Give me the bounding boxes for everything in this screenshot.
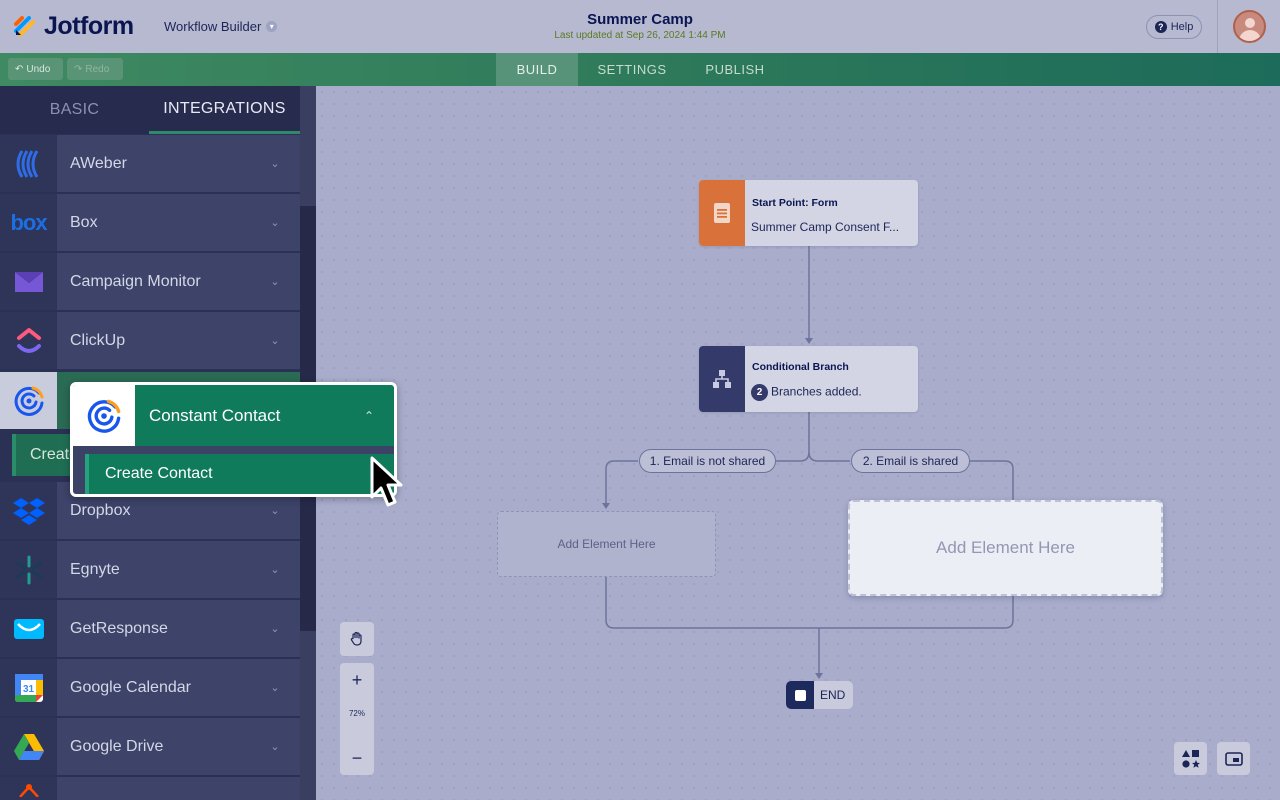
chevron-down-icon: ⌄ bbox=[270, 682, 280, 694]
constant-contact-icon bbox=[73, 385, 135, 446]
zoom-in-button[interactable]: + bbox=[340, 663, 374, 697]
sidebar-item-label: AWeber bbox=[70, 154, 127, 172]
sidebar-item-campaign-monitor[interactable]: Campaign Monitor ⌄ bbox=[0, 253, 300, 310]
branch-node-subtitle: 2 Branches added. bbox=[751, 384, 862, 401]
box-logo-text: box bbox=[10, 209, 47, 235]
shapes-icon bbox=[1181, 749, 1200, 768]
stop-icon bbox=[786, 681, 814, 709]
clickup-icon bbox=[0, 312, 57, 369]
popup-header[interactable]: Constant Contact ⌃ bbox=[73, 385, 394, 446]
add-element-placeholder-right[interactable]: Add Element Here bbox=[848, 500, 1163, 596]
sidebar-item-label: ClickUp bbox=[70, 331, 126, 349]
sidebar-tabs: BASIC INTEGRATIONS bbox=[0, 86, 300, 134]
chevron-down-icon: ⌄ bbox=[270, 505, 280, 517]
box-icon: box bbox=[0, 194, 57, 251]
sidebar-item-next-partial[interactable] bbox=[0, 777, 300, 800]
sidebar-item-clickup[interactable]: ClickUp ⌄ bbox=[0, 312, 300, 369]
start-node-subtitle: Summer Camp Consent F... bbox=[751, 220, 900, 234]
pan-hand-button[interactable] bbox=[340, 622, 374, 656]
aweber-icon bbox=[0, 135, 57, 192]
sidebar-item-google-calendar[interactable]: 31 Google Calendar ⌄ bbox=[0, 659, 300, 716]
branch-icon bbox=[699, 346, 745, 412]
end-node[interactable]: END bbox=[786, 681, 853, 709]
sidebar-item-label: Box bbox=[70, 213, 98, 231]
branch-node-title: Conditional Branch bbox=[752, 361, 849, 373]
chevron-down-icon: ⌄ bbox=[270, 623, 280, 635]
dropbox-icon bbox=[0, 482, 57, 539]
integration-icon bbox=[0, 777, 57, 800]
calendar-day-text: 31 bbox=[22, 684, 34, 695]
add-element-placeholder-left[interactable]: Add Element Here bbox=[497, 511, 716, 577]
google-calendar-icon: 31 bbox=[0, 659, 57, 716]
hand-icon bbox=[350, 631, 362, 646]
chevron-up-icon[interactable]: ⌃ bbox=[354, 409, 384, 423]
end-label: END bbox=[820, 688, 846, 702]
zoom-controls: + 72% − bbox=[340, 663, 374, 775]
sidebar-item-label: Egnyte bbox=[70, 560, 120, 578]
mouse-pointer-icon bbox=[370, 456, 403, 507]
branch-subtitle-text: Branches added. bbox=[771, 384, 862, 399]
chevron-down-icon: ⌄ bbox=[270, 564, 280, 576]
sidebar-item-aweber[interactable]: AWeber ⌄ bbox=[0, 135, 300, 192]
branch-label-shared[interactable]: 2. Email is shared bbox=[851, 449, 970, 473]
zoom-out-button[interactable]: − bbox=[340, 741, 374, 775]
popup-title: Constant Contact bbox=[149, 405, 281, 425]
chevron-down-icon: ⌄ bbox=[270, 158, 280, 170]
form-icon bbox=[699, 180, 745, 246]
sidebar-item-getresponse[interactable]: GetResponse ⌄ bbox=[0, 600, 300, 657]
start-point-node[interactable]: Start Point: Form Summer Camp Consent F.… bbox=[699, 180, 918, 246]
chevron-down-icon: ⌄ bbox=[270, 276, 280, 288]
sidebar-item-label: Google Calendar bbox=[70, 678, 191, 696]
start-node-title: Start Point: Form bbox=[752, 197, 838, 209]
sidebar-item-google-drive[interactable]: Google Drive ⌄ bbox=[0, 718, 300, 775]
constant-contact-popup: Constant Contact ⌃ Create Contact bbox=[70, 382, 397, 497]
chevron-down-icon: ⌄ bbox=[270, 335, 280, 347]
zoom-level: 72% bbox=[348, 709, 365, 718]
sidebar-item-label: GetResponse bbox=[70, 619, 168, 637]
google-drive-icon bbox=[0, 718, 57, 775]
elements-library-button[interactable] bbox=[1174, 742, 1207, 775]
tab-integrations[interactable]: INTEGRATIONS bbox=[149, 86, 300, 134]
constant-contact-icon bbox=[0, 372, 57, 429]
sidebar-item-box[interactable]: box Box ⌄ bbox=[0, 194, 300, 251]
branch-count-badge: 2 bbox=[751, 384, 768, 401]
minimap-icon bbox=[1224, 751, 1243, 766]
tab-basic[interactable]: BASIC bbox=[0, 86, 149, 134]
campaign-monitor-icon bbox=[0, 253, 57, 310]
create-contact-action[interactable]: Create Contact bbox=[85, 454, 394, 494]
sidebar-item-label: Campaign Monitor bbox=[70, 272, 201, 290]
egnyte-icon bbox=[0, 541, 57, 598]
popup-body: Create Contact bbox=[73, 446, 394, 494]
branch-label-not-shared[interactable]: 1. Email is not shared bbox=[639, 449, 776, 473]
minimap-button[interactable] bbox=[1217, 742, 1250, 775]
sidebar-item-label: Google Drive bbox=[70, 737, 164, 755]
sidebar-item-egnyte[interactable]: Egnyte ⌄ bbox=[0, 541, 300, 598]
chevron-down-icon: ⌄ bbox=[270, 217, 280, 229]
create-contact-partial[interactable]: Create bbox=[12, 434, 72, 476]
conditional-branch-node[interactable]: Conditional Branch 2 Branches added. bbox=[699, 346, 918, 412]
chevron-down-icon: ⌄ bbox=[270, 741, 280, 753]
sidebar-item-label: Dropbox bbox=[70, 501, 131, 519]
getresponse-icon bbox=[0, 600, 57, 657]
